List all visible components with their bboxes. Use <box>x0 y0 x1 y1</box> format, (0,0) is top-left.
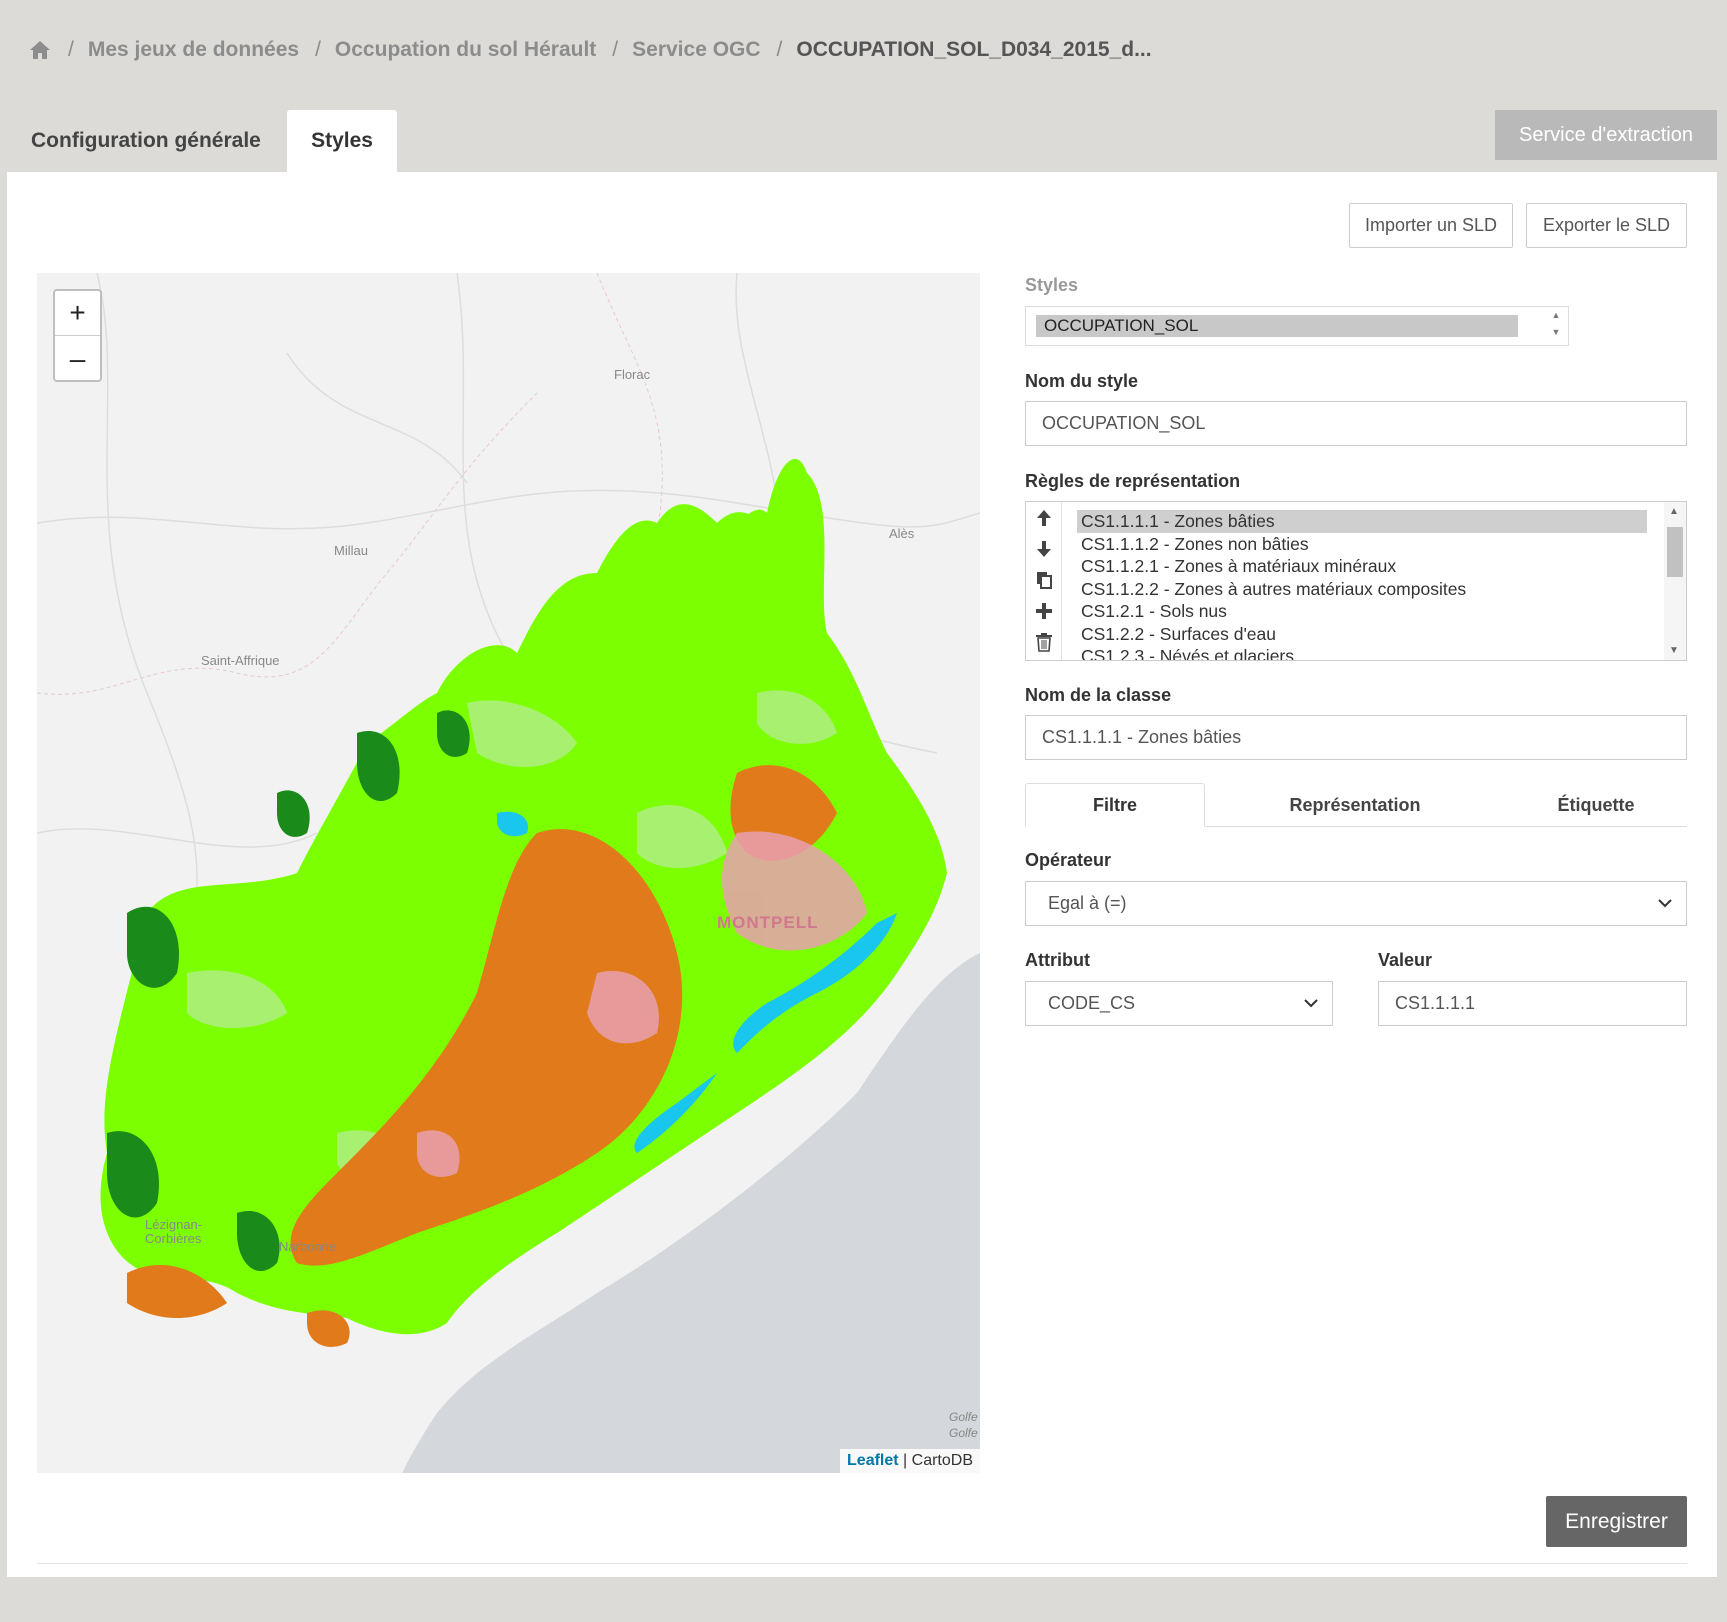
home-icon[interactable] <box>28 38 52 62</box>
import-sld-button[interactable]: Importer un SLD <box>1349 203 1513 248</box>
map-place-label: Golfe <box>949 1426 978 1440</box>
breadcrumb-item-datasets[interactable]: Mes jeux de données <box>88 38 299 62</box>
rule-item[interactable]: CS1.1.1.2 - Zones non bâties <box>1077 533 1672 556</box>
spinner-arrows-icon[interactable]: ▲ ▼ <box>1544 307 1568 345</box>
map[interactable]: Florac Alès Millau Saint-Affrique Lézign… <box>37 273 980 1473</box>
tab-representation[interactable]: Représentation <box>1205 783 1505 827</box>
breadcrumb-item-service[interactable]: Service OGC <box>632 38 760 62</box>
class-name-label: Nom de la classe <box>1025 685 1172 705</box>
breadcrumb-separator: / <box>776 38 783 61</box>
map-place-label: Golfe <box>949 1410 978 1424</box>
tab-general-config[interactable]: Configuration générale <box>7 110 285 172</box>
style-name-label: Nom du style <box>1025 371 1139 391</box>
breadcrumb-current: OCCUPATION_SOL_D034_2015_d... <box>796 38 1152 61</box>
map-place-label: Saint-Affrique <box>201 653 280 668</box>
value-label: Valeur <box>1378 950 1433 970</box>
zoom-in-button[interactable]: + <box>55 291 100 336</box>
map-place-label: Narbonne <box>279 1239 337 1254</box>
operator-value: Egal à (=) <box>1048 893 1127 913</box>
arrow-down-icon[interactable] <box>1026 533 1061 564</box>
cartodb-attribution: CartoDB <box>911 1452 973 1469</box>
tab-filter[interactable]: Filtre <box>1025 783 1205 827</box>
breadcrumb-item-dataset[interactable]: Occupation du sol Hérault <box>335 38 596 62</box>
chevron-down-icon <box>1304 999 1318 1008</box>
value-input[interactable]: CS1.1.1.1 <box>1378 981 1687 1026</box>
rules-items: CS1.1.1.1 - Zones bâties CS1.1.1.2 - Zon… <box>1077 510 1672 660</box>
attribute-select[interactable]: CODE_CS <box>1025 981 1333 1026</box>
export-sld-button[interactable]: Exporter le SLD <box>1526 203 1687 248</box>
breadcrumb-separator: / <box>612 38 619 61</box>
extraction-service-button[interactable]: Service d'extraction <box>1495 110 1717 160</box>
trash-icon[interactable] <box>1026 626 1061 657</box>
map-place-label: Corbières <box>145 1231 202 1246</box>
rule-item[interactable]: CS1.2.3 - Névés et glaciers <box>1077 645 1672 660</box>
breadcrumb-separator: / <box>315 38 321 61</box>
style-name-input[interactable]: OCCUPATION_SOL <box>1025 401 1687 446</box>
copy-icon[interactable] <box>1026 564 1061 595</box>
rules-toolbar <box>1026 502 1062 660</box>
rule-item[interactable]: CS1.1.2.1 - Zones à matériaux minéraux <box>1077 555 1672 578</box>
chevron-down-icon <box>1658 899 1672 908</box>
rules-scrollbar[interactable]: ▲ ▼ <box>1664 502 1686 660</box>
map-place-label: Florac <box>614 367 651 382</box>
map-place-label: MONTPELL <box>717 913 819 932</box>
rule-item[interactable]: CS1.1.1.1 - Zones bâties <box>1077 510 1647 533</box>
breadcrumb: / Mes jeux de données / Occupation du so… <box>28 34 1152 66</box>
plus-icon[interactable] <box>1026 595 1061 626</box>
map-place-label: Lézignan- <box>145 1217 203 1232</box>
attribute-label: Attribut <box>1025 950 1090 970</box>
styles-option-selected[interactable]: OCCUPATION_SOL <box>1036 315 1518 337</box>
attribution-separator: | <box>898 1452 912 1469</box>
operator-label: Opérateur <box>1025 850 1112 870</box>
map-attribution: Leaflet | CartoDB <box>840 1449 980 1473</box>
rules-label: Règles de représentation <box>1025 471 1241 491</box>
styles-label: Styles <box>1025 275 1079 295</box>
class-name-input[interactable]: CS1.1.1.1 - Zones bâties <box>1025 715 1687 760</box>
rule-item[interactable]: CS1.2.2 - Surfaces d'eau <box>1077 623 1672 646</box>
attribute-value: CODE_CS <box>1048 993 1136 1013</box>
rule-item[interactable]: CS1.1.2.2 - Zones à autres matériaux com… <box>1077 578 1672 601</box>
styles-listbox[interactable]: OCCUPATION_SOL ▲ ▼ <box>1025 306 1569 346</box>
scroll-up-icon[interactable]: ▲ <box>1669 506 1679 517</box>
rule-item[interactable]: CS1.2.1 - Sols nus <box>1077 600 1672 623</box>
map-place-label: Millau <box>334 543 368 558</box>
scrollbar-thumb[interactable] <box>1667 527 1683 577</box>
divider <box>37 1563 1687 1564</box>
arrow-up-icon[interactable] <box>1026 502 1061 533</box>
save-button[interactable]: Enregistrer <box>1546 1496 1687 1547</box>
tab-label[interactable]: Étiquette <box>1505 783 1687 827</box>
leaflet-link[interactable]: Leaflet <box>847 1452 899 1469</box>
map-place-label: Alès <box>889 526 915 541</box>
rules-list: CS1.1.1.1 - Zones bâties CS1.1.1.2 - Zon… <box>1025 501 1687 661</box>
breadcrumb-separator: / <box>68 38 74 61</box>
zoom-out-button[interactable]: – <box>55 336 100 381</box>
map-canvas <box>37 273 980 1473</box>
zoom-control: + – <box>53 289 102 382</box>
scroll-down-icon[interactable]: ▼ <box>1669 645 1679 656</box>
operator-select[interactable]: Egal à (=) <box>1025 881 1687 926</box>
tab-styles[interactable]: Styles <box>287 110 397 172</box>
rule-subtabs: Filtre Représentation Étiquette <box>1025 783 1687 827</box>
